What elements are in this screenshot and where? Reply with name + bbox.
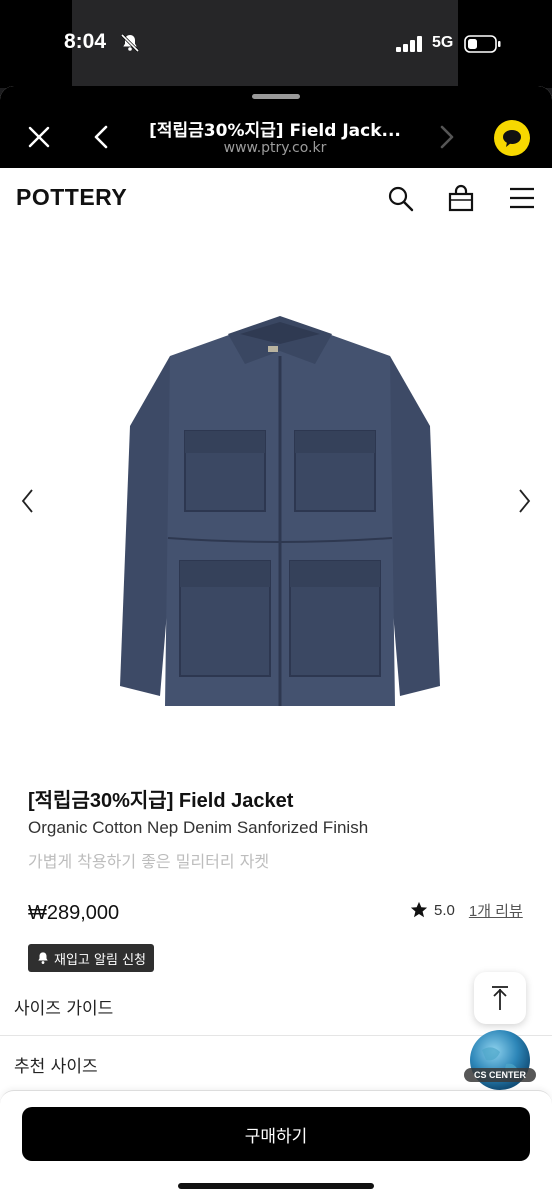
menu-icon[interactable]	[508, 184, 536, 212]
recommended-size-label: 추천 사이즈	[14, 1057, 98, 1077]
carousel-prev-icon[interactable]	[18, 486, 38, 516]
network-type: 5G	[432, 34, 454, 51]
kakao-chat-button[interactable]	[494, 120, 530, 156]
scroll-to-top-button[interactable]	[474, 972, 526, 1024]
browser-toolbar: [적립금30%지급] Field Jack... www.ptry.co.kr	[0, 86, 552, 168]
site-header: POTTERY	[0, 168, 552, 228]
page-domain: www.ptry.co.kr	[223, 140, 327, 156]
forward-chevron-icon[interactable]	[434, 122, 458, 152]
product-price: ₩289,000	[28, 902, 120, 924]
sheet-grabber[interactable]	[252, 94, 300, 99]
rating-summary: 5.0 1개 리뷰	[410, 898, 523, 922]
rating-value: 5.0	[434, 901, 455, 919]
size-guide-label: 사이즈 가이드	[14, 999, 114, 1019]
site-logo[interactable]: POTTERY	[16, 184, 127, 211]
review-count-link[interactable]: 1개 리뷰	[469, 900, 523, 921]
bell-icon	[38, 952, 48, 964]
bell-muted-icon	[120, 33, 140, 53]
buy-button[interactable]: 구매하기	[22, 1107, 530, 1161]
product-image-carousel[interactable]	[0, 228, 552, 788]
size-guide-row[interactable]: 사이즈 가이드	[0, 978, 552, 1036]
back-chevron-icon[interactable]	[90, 122, 114, 152]
speech-bubble-icon	[503, 130, 521, 147]
purchase-bar: 구매하기	[0, 1090, 552, 1200]
search-icon[interactable]	[386, 184, 414, 212]
clock: 8:04	[64, 30, 107, 53]
product-subtitle: Organic Cotton Nep Denim Sanforized Fini…	[28, 818, 369, 837]
restock-label: 재입고 알림 신청	[54, 952, 146, 968]
star-icon	[410, 901, 428, 918]
home-indicator[interactable]	[178, 1183, 374, 1189]
carousel-next-icon[interactable]	[514, 486, 534, 516]
restock-alert-button[interactable]: 재입고 알림 신청	[28, 944, 154, 972]
cs-center-label: CS CENTER	[473, 1070, 526, 1080]
arrow-up-icon	[492, 986, 508, 1010]
shopping-bag-icon[interactable]	[447, 184, 475, 212]
battery-icon	[464, 35, 501, 53]
product-description: 가볍게 착용하기 좋은 밀리터리 자켓	[28, 852, 270, 871]
page-title: [적립금30%지급] Field Jack...	[149, 121, 401, 141]
close-icon[interactable]	[24, 122, 54, 152]
signal-icon	[396, 36, 422, 52]
status-bar: 8:04 5G	[0, 0, 552, 88]
field-jacket-image	[120, 316, 440, 706]
product-title: [적립금30%지급] Field Jacket	[28, 790, 294, 812]
browser-sheet: [적립금30%지급] Field Jack... www.ptry.co.kr …	[0, 86, 552, 1200]
